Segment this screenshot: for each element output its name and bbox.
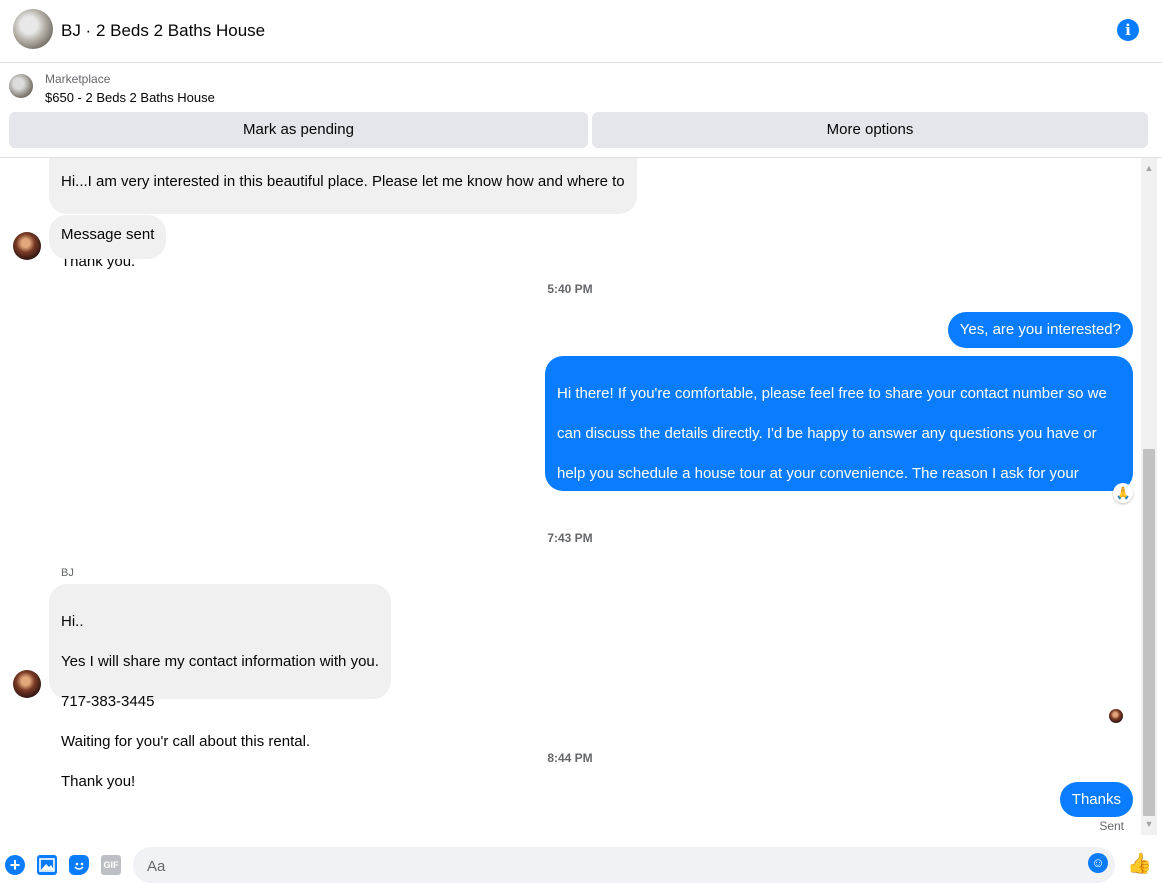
message-line: Yes I will share my contact information …: [61, 653, 379, 670]
plus-icon[interactable]: +: [5, 855, 25, 875]
sticker-icon[interactable]: [69, 855, 89, 875]
mark-as-pending-button[interactable]: Mark as pending: [9, 112, 588, 148]
contact-avatar[interactable]: [13, 9, 53, 49]
info-icon[interactable]: i: [1117, 19, 1139, 41]
contact-avatar-small[interactable]: [13, 670, 41, 698]
message-line: number is that I'm often at work, and ha…: [557, 505, 1109, 522]
delivery-status: Sent: [1099, 819, 1124, 833]
conversation-title[interactable]: BJ · 2 Beds 2 Baths House: [61, 21, 265, 41]
message-line: Waiting for you'r call about this rental…: [61, 733, 311, 750]
gif-icon[interactable]: GIF: [101, 855, 121, 875]
scroll-up-icon[interactable]: ▲: [1143, 162, 1155, 174]
message-line: Hi...I am very interested in this beauti…: [61, 173, 625, 190]
prayer-reaction-icon[interactable]: 🙏: [1113, 483, 1133, 503]
photo-icon[interactable]: [37, 855, 57, 875]
message-bubble-outgoing[interactable]: Yes, are you interested?: [947, 312, 1133, 348]
scrollbar-thumb[interactable]: [1143, 449, 1155, 816]
message-line: Hi there! If you're comfortable, please …: [557, 385, 1107, 402]
message-line: out when I'm free. I appreciate your tim…: [557, 545, 1092, 562]
timestamp: 5:40 PM: [547, 282, 593, 296]
message-sent-notice: Message sent: [49, 215, 167, 259]
marketplace-label: Marketplace: [45, 72, 111, 86]
message-line: help you schedule a house tour at your c…: [557, 465, 1079, 482]
message-bubble-incoming[interactable]: Hi...I am very interested in this beauti…: [49, 158, 637, 270]
contact-avatar-small[interactable]: [13, 232, 41, 260]
phone-number: 717-383-3445: [61, 693, 155, 710]
listing-thumbnail[interactable]: [9, 74, 33, 98]
like-icon[interactable]: 👍: [1127, 853, 1152, 875]
emoji-icon[interactable]: ☺: [1088, 853, 1108, 873]
message-list: Hi...I am very interested in this beauti…: [0, 158, 1140, 836]
message-input[interactable]: [145, 856, 1049, 876]
sender-name: BJ: [61, 567, 74, 579]
timestamp: 8:44 PM: [547, 751, 593, 765]
message-line: soon!: [557, 585, 594, 602]
message-line: Thank you!: [61, 773, 136, 790]
timestamp: 7:43 PM: [547, 531, 593, 545]
listing-title[interactable]: $650 - 2 Beds 2 Baths House: [45, 90, 215, 105]
message-bubble-outgoing[interactable]: Hi there! If you're comfortable, please …: [545, 356, 1133, 602]
message-bubble-incoming[interactable]: Hi.. Yes I will share my contact informa…: [49, 584, 391, 790]
message-bubble-outgoing[interactable]: Thanks: [1059, 782, 1133, 817]
message-line: can discuss the details directly. I'd be…: [557, 425, 1097, 442]
read-receipt-avatar: [1109, 709, 1123, 723]
scroll-down-icon[interactable]: ▼: [1143, 818, 1155, 830]
more-options-button[interactable]: More options: [592, 112, 1148, 148]
message-line: Hi..: [61, 613, 84, 630]
